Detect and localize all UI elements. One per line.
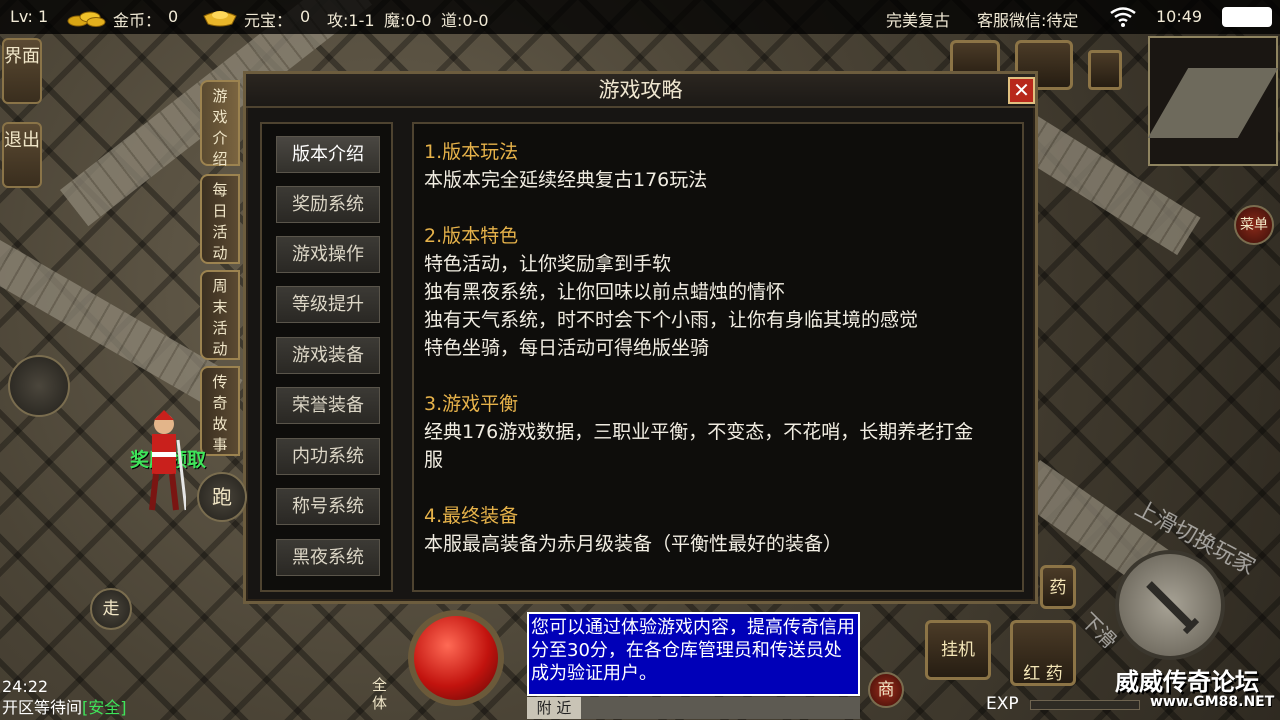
dialog-title: 游戏攻略 <box>246 74 1035 108</box>
tab-game-intro[interactable]: 游戏介绍 <box>200 80 240 168</box>
section-line: 服 <box>424 449 444 471</box>
menu-game-equipment[interactable]: 游戏装备 <box>276 337 380 374</box>
watermark-url: www.GM88.NET <box>1150 694 1275 710</box>
ingot-label: 元宝： <box>244 11 293 30</box>
menu-level-up[interactable]: 等级提升 <box>276 286 380 323</box>
section-line: 特色活动，让你奖励拿到手软 <box>424 253 672 275</box>
tao-stat: 道:0-0 <box>441 11 489 30</box>
safe-zone-status: [安全] <box>82 698 127 717</box>
guide-dialog: 游戏攻略 ✕ 版本介绍 奖励系统 游戏操作 等级提升 游戏装备 荣誉装备 内功系… <box>243 71 1038 604</box>
section-heading: 2.版本特色 <box>424 225 519 247</box>
ingot-value: 0 <box>300 7 311 26</box>
game-time: 24:22 <box>2 677 49 696</box>
attack-stat: 攻:1-1 <box>327 11 375 30</box>
tab-weekend-activity[interactable]: 周末活动 <box>200 270 240 360</box>
section-line: 经典176游戏数据，三职业平衡，不变态，不花哨，长期养老打金 <box>424 421 974 443</box>
top-status-bar: Lv: 1 金币： 0 元宝： 0 攻:1-1 魔:0-0 道:0-0 完美复古… <box>0 0 1280 34</box>
santa-npc-icon[interactable] <box>142 410 186 520</box>
battery-icon <box>1222 7 1272 27</box>
tab-label: 周末活动 <box>212 277 228 358</box>
watermark: 威威传奇论坛 <box>1115 668 1259 696</box>
zone-status: 开区等待间 <box>2 698 83 717</box>
tab-label: 传奇故事 <box>212 373 228 454</box>
menu-inner-power[interactable]: 内功系统 <box>276 438 380 475</box>
magic-stat: 魔:0-0 <box>384 11 432 30</box>
menu-version-intro[interactable]: 版本介绍 <box>276 136 380 173</box>
tab-label: 游戏介绍 <box>212 87 228 168</box>
tab-daily-activity[interactable]: 每日活动 <box>200 174 240 264</box>
exp-label: EXP <box>986 694 1019 714</box>
gold-ingot-icon <box>203 11 237 27</box>
gold-coins-icon <box>67 11 106 27</box>
exit-button[interactable]: 退出 <box>2 122 42 188</box>
section-line: 本版本完全延续经典复古176玩法 <box>424 169 708 191</box>
gold-label: 金币： <box>113 11 162 30</box>
minimap[interactable] <box>1147 36 1279 166</box>
clock-text: 10:49 <box>1156 7 1203 26</box>
red-potion-label: 红 药 <box>1023 664 1063 684</box>
sword-icon <box>1146 581 1200 635</box>
red-potion-slot[interactable]: 红 药 <box>1010 620 1076 686</box>
guide-content: 1.版本玩法 本版本完全延续经典复古176玩法 2.版本特色 特色活动，让你奖励… <box>412 122 1024 592</box>
tab-legend-story[interactable]: 传奇故事 <box>200 366 240 456</box>
level-text: Lv: 1 <box>10 7 49 26</box>
interface-button[interactable]: 界面 <box>2 38 42 104</box>
potion-slot[interactable]: 药 <box>1040 565 1076 609</box>
close-button[interactable]: ✕ <box>1008 77 1035 104</box>
attack-button[interactable] <box>1115 550 1225 660</box>
shop-button[interactable]: 商 <box>868 672 904 708</box>
section-line: 独有黑夜系统，让你回味以前点蜡烛的情怀 <box>424 281 786 303</box>
exp-bar <box>1030 700 1140 710</box>
section-heading: 3.游戏平衡 <box>424 393 519 415</box>
chat-input[interactable] <box>581 697 860 719</box>
walk-button[interactable]: 走 <box>90 588 132 630</box>
minimap-ground <box>1147 68 1279 138</box>
section-heading: 4.最终装备 <box>424 505 519 527</box>
menu-reward-system[interactable]: 奖励系统 <box>276 186 380 223</box>
guild-emblem-icon[interactable] <box>8 355 70 417</box>
chat-window: 您可以通过体验游戏内容，提高传奇信用分至30分，在各仓库管理员和传送员处成为验证… <box>527 612 860 696</box>
menu-honor-equipment[interactable]: 荣誉装备 <box>276 387 380 424</box>
section-heading: 1.版本玩法 <box>424 141 519 163</box>
server-name: 完美复古 <box>886 11 951 30</box>
guide-menu: 版本介绍 奖励系统 游戏操作 等级提升 游戏装备 荣誉装备 内功系统 称号系统 … <box>260 122 393 592</box>
collapse-arrow-icon[interactable] <box>1088 50 1122 90</box>
tab-label: 每日活动 <box>212 181 228 262</box>
section-line: 特色坐骑，每日活动可得绝版坐骑 <box>424 337 710 359</box>
chat-message: 您可以通过体验游戏内容，提高传奇信用分至30分，在各仓库管理员和传送员处成为验证… <box>531 617 855 684</box>
menu-night-system[interactable]: 黑夜系统 <box>276 539 380 576</box>
auto-battle-button[interactable]: 挂机 <box>925 620 991 680</box>
wifi-icon <box>1110 7 1136 27</box>
menu-side-button[interactable]: 菜单 <box>1234 205 1274 245</box>
menu-game-controls[interactable]: 游戏操作 <box>276 236 380 273</box>
chat-tab-nearby[interactable]: 附 近 <box>527 697 581 719</box>
run-button[interactable]: 跑 <box>197 472 247 522</box>
menu-title-system[interactable]: 称号系统 <box>276 488 380 525</box>
all-chat-label[interactable]: 全体 <box>372 676 392 712</box>
section-line: 本服最高装备为赤月级装备（平衡性最好的装备） <box>424 533 843 555</box>
section-line: 独有天气系统，时不时会下个小雨，让你有身临其境的感觉 <box>424 309 919 331</box>
time-status: 24:22 开区等待间[安全] <box>2 676 127 718</box>
gold-value: 0 <box>168 7 179 26</box>
hp-orb <box>408 610 504 706</box>
service-contact: 客服微信:待定 <box>977 11 1079 30</box>
